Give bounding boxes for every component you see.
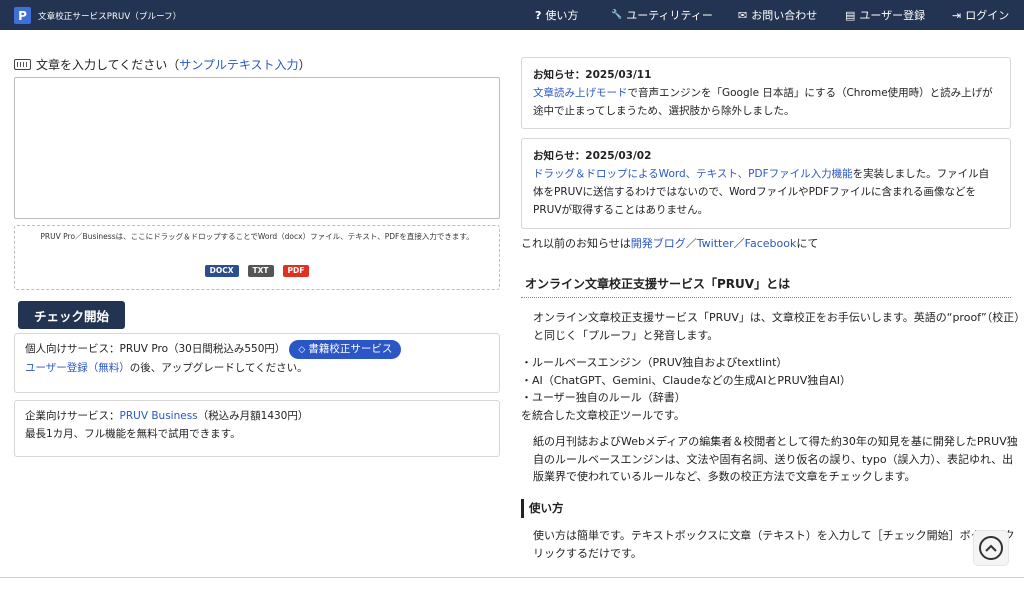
logo-icon: P xyxy=(14,7,31,24)
separator: ／ xyxy=(733,237,745,250)
upgrade-note: の後、アップグレードしてください。 xyxy=(129,362,308,374)
nav-help-label: 使い方 xyxy=(545,9,579,22)
file-type-badges: DOCX TXT PDF xyxy=(15,265,499,277)
facebook-link[interactable]: Facebook xyxy=(745,237,797,250)
list-item: ・ルールベースエンジン（PRUV独自およびtextlint） xyxy=(521,356,788,369)
read-aloud-link[interactable]: 文章読み上げモード xyxy=(533,87,628,99)
docx-badge: DOCX xyxy=(204,265,239,277)
book-proofreading-button[interactable]: ◇ 書籍校正サービス xyxy=(289,340,402,359)
keyboard-icon xyxy=(14,58,31,70)
top-navigation-bar: P 文章校正サービスPRUV（プルーフ） ? 使い方 🔧 ユーティリティー ✉ … xyxy=(0,0,1024,30)
personal-service-card: 個人向けサービス：PRUV Pro（30日間税込み550円） ◇ 書籍校正サービス … xyxy=(14,333,500,393)
sample-text-link[interactable]: サンプルテキスト入力 xyxy=(179,56,298,73)
input-label-close: ） xyxy=(298,57,311,72)
txt-badge: TXT xyxy=(247,265,274,277)
about-heading: オンライン文章校正支援サービス「PRUV」とは xyxy=(525,277,791,291)
nav-login-label: ログイン xyxy=(965,9,1010,22)
business-service-label: 企業向けサービス： xyxy=(25,410,120,422)
nav-contact[interactable]: ✉ お問い合わせ xyxy=(738,0,817,30)
previous-prefix: これ以前のお知らせは xyxy=(521,237,631,250)
usage-paragraph: 使い方は簡単です。テキストボックスに文章（テキスト）を入力して［チェック開始］ボ… xyxy=(533,529,1015,560)
notice-card: お知らせ：2025/03/11 文章読み上げモードで音声エンジンを「Google… xyxy=(521,57,1011,129)
help-icon: ? xyxy=(535,8,542,22)
nav-register[interactable]: ▤ ユーザー登録 xyxy=(845,0,925,30)
business-price: （税込み月額1430円） xyxy=(197,410,309,422)
personal-service-text: 個人向けサービス：PRUV Pro（30日間税込み550円） xyxy=(25,343,286,355)
about-paragraph: 紙の月刊誌およびWebメディアの編集者＆校閲者として得た約30年の知見を基に開発… xyxy=(533,435,1018,483)
text-input-area[interactable] xyxy=(14,77,500,219)
input-label-text: 文章を入力してください（ xyxy=(36,57,180,72)
nav-login[interactable]: ⇥ ログイン xyxy=(952,0,1009,30)
nav-help[interactable]: ? 使い方 xyxy=(535,0,578,30)
drop-zone-text: PRUV Pro／Businessは、ここにドラッグ＆ドロップすることでWord… xyxy=(40,232,474,241)
usage-heading: 使い方 xyxy=(521,499,564,518)
notice-card: お知らせ：2025/03/02 ドラッグ＆ドロップによるWord、テキスト、PD… xyxy=(521,138,1011,229)
business-service-card: 企業向けサービス：PRUV Business（税込み月額1430円） 最長1カ月… xyxy=(14,400,500,457)
wrench-icon: 🔧 xyxy=(611,10,623,20)
pruv-business-link[interactable]: PRUV Business xyxy=(120,410,198,422)
file-drop-zone[interactable]: PRUV Pro／Businessは、ここにドラッグ＆ドロップすることでWord… xyxy=(14,225,500,290)
input-panel: 文章を入力してください（ サンプルテキスト入力） PRUV Pro／Busines… xyxy=(14,55,500,457)
scroll-up-icon xyxy=(979,536,1003,560)
site-title: 文章校正サービスPRUV（プルーフ） xyxy=(38,11,182,22)
notice-title: お知らせ：2025/03/11 xyxy=(533,69,652,81)
tag-icon: ◇ xyxy=(298,345,306,355)
book-proofreading-label: 書籍校正サービス xyxy=(308,343,393,355)
heading-divider xyxy=(521,297,1011,298)
input-label: 文章を入力してください（ サンプルテキスト入力） xyxy=(14,55,500,73)
register-icon: ▤ xyxy=(845,8,856,22)
list-item: ・ユーザー独自のルール（辞書） xyxy=(521,391,686,404)
about-paragraph: オンライン文章校正支援サービス「PRUV」は、文章校正をお手伝いします。英語の“… xyxy=(533,311,1020,342)
nav-register-label: ユーザー登録 xyxy=(859,9,926,22)
brand[interactable]: P 文章校正サービスPRUV（プルーフ） xyxy=(14,7,181,24)
contact-icon: ✉ xyxy=(738,8,748,22)
previous-suffix: にて xyxy=(796,237,819,250)
user-register-link[interactable]: ユーザー登録（無料） xyxy=(25,362,130,374)
check-start-button[interactable]: チェック開始 xyxy=(18,301,125,329)
business-trial-note: 最長1カ月、フル機能を無料で試用できます。 xyxy=(25,428,241,440)
pdf-badge: PDF xyxy=(282,265,310,277)
previous-notices: これ以前のお知らせは開発ブログ／Twitter／Facebookにて xyxy=(521,235,818,251)
dev-blog-link[interactable]: 開発ブログ xyxy=(631,237,686,250)
login-icon: ⇥ xyxy=(952,8,962,22)
list-item: ・AI（ChatGPT、Gemini、Claudeなどの生成AIとPRUV独自A… xyxy=(521,373,852,387)
viewport-bottom-edge xyxy=(0,577,1024,578)
twitter-link[interactable]: Twitter xyxy=(697,237,734,250)
separator: ／ xyxy=(685,237,697,250)
scroll-to-top-button[interactable] xyxy=(973,530,1009,566)
notice-title: お知らせ：2025/03/02 xyxy=(533,150,652,162)
list-after: を統合した文章校正ツールです。 xyxy=(521,408,685,422)
nav-utility[interactable]: 🔧 ユーティリティー xyxy=(611,0,713,30)
nav-contact-label: お問い合わせ xyxy=(751,9,818,22)
nav-utility-label: ユーティリティー xyxy=(626,9,713,22)
drag-drop-feature-link[interactable]: ドラッグ＆ドロップによるWord、テキスト、PDFファイル入力機能 xyxy=(533,168,853,180)
feature-list: ・ルールベースエンジン（PRUV独自およびtextlint） ・AI（ChatG… xyxy=(521,354,1021,424)
